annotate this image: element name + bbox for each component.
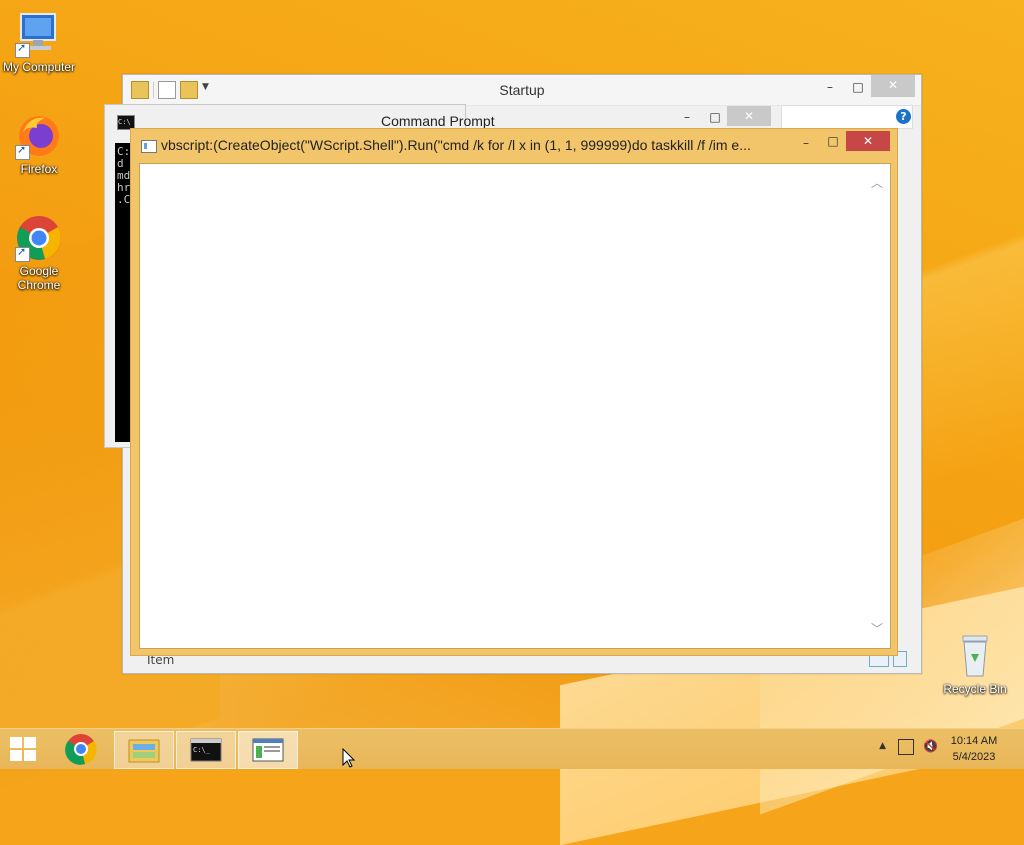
search-input[interactable]: ⌄ bbox=[781, 105, 913, 129]
windows-logo-icon bbox=[10, 737, 22, 748]
minimize-button[interactable]: – bbox=[791, 133, 821, 153]
clock-date: 5/4/2023 bbox=[952, 751, 996, 763]
shortcut-arrow-icon bbox=[15, 245, 30, 262]
desktop-icon-label: My Computer bbox=[2, 60, 76, 74]
vbscript-window[interactable]: vbscript:(CreateObject("WScript.Shell").… bbox=[130, 128, 898, 656]
taskbar: C:\_ ▲ 🔇 10:14 AM 5/4/2023 bbox=[0, 728, 1024, 769]
minimize-button[interactable]: – bbox=[815, 77, 845, 97]
chrome-icon bbox=[15, 214, 63, 262]
start-button[interactable] bbox=[10, 737, 36, 761]
document-window-icon bbox=[252, 738, 284, 762]
explorer-titlebar[interactable]: ▼ Startup – □ ✕ bbox=[123, 75, 921, 106]
window-title: Command Prompt bbox=[381, 113, 495, 129]
maximize-button[interactable]: □ bbox=[843, 77, 873, 97]
scroll-down-icon[interactable]: ﹀ bbox=[870, 622, 884, 636]
window-title: vbscript:(CreateObject("WScript.Shell").… bbox=[161, 137, 751, 153]
desktop-icon-firefox[interactable]: Firefox bbox=[0, 112, 81, 176]
document-content-area[interactable]: ︿ ﹀ bbox=[139, 163, 891, 649]
windows-logo-icon bbox=[10, 750, 22, 761]
desktop-icon-google-chrome[interactable]: Google Chrome bbox=[0, 214, 81, 292]
windows-logo-icon bbox=[24, 750, 36, 761]
svg-text:C:\_: C:\_ bbox=[193, 746, 211, 754]
taskbar-vbscript-window[interactable] bbox=[238, 731, 298, 769]
clock-time: 10:14 AM bbox=[950, 735, 998, 747]
mouse-cursor-icon bbox=[342, 747, 356, 772]
maximize-button[interactable]: □ bbox=[818, 131, 848, 151]
cmd-close-button[interactable]: ✕ bbox=[727, 106, 771, 126]
window-title: Startup bbox=[499, 82, 545, 98]
chevron-up-icon[interactable]: ▲ bbox=[879, 741, 886, 751]
shortcut-arrow-icon bbox=[15, 41, 30, 58]
command-prompt-icon: C:\_ bbox=[190, 738, 222, 762]
shortcut-arrow-icon bbox=[15, 143, 30, 160]
vbscript-titlebar[interactable]: vbscript:(CreateObject("WScript.Shell").… bbox=[131, 129, 897, 161]
volume-muted-icon[interactable]: 🔇 bbox=[923, 739, 938, 753]
firefox-icon bbox=[15, 112, 63, 160]
taskbar-chrome[interactable] bbox=[52, 731, 110, 767]
close-button[interactable]: ✕ bbox=[846, 131, 890, 151]
cmd-maximize-button[interactable]: □ bbox=[700, 107, 730, 127]
desktop-icon-label: Firefox bbox=[20, 162, 58, 176]
windows-logo-icon bbox=[24, 737, 36, 748]
scroll-up-icon[interactable]: ︿ bbox=[870, 176, 884, 190]
chrome-icon bbox=[65, 734, 97, 765]
taskbar-file-explorer[interactable] bbox=[114, 731, 174, 769]
desktop-icon-label: Google Chrome bbox=[17, 264, 61, 292]
close-button[interactable]: ✕ bbox=[871, 75, 915, 97]
cmd-minimize-button[interactable]: – bbox=[672, 107, 702, 127]
file-explorer-icon bbox=[128, 739, 160, 763]
taskbar-command-prompt[interactable]: C:\_ bbox=[176, 731, 236, 769]
desktop-icon-label: Recycle Bin bbox=[943, 682, 1007, 696]
recycle-bin-icon bbox=[951, 632, 999, 680]
help-icon[interactable]: ? bbox=[896, 109, 911, 124]
desktop-icon-recycle-bin[interactable]: Recycle Bin bbox=[933, 632, 1017, 696]
network-icon[interactable] bbox=[898, 739, 914, 755]
document-icon bbox=[141, 140, 157, 153]
computer-icon bbox=[15, 10, 63, 58]
desktop-icon-my-computer[interactable]: My Computer bbox=[0, 10, 81, 74]
clock[interactable]: 10:14 AM 5/4/2023 bbox=[944, 733, 1004, 765]
